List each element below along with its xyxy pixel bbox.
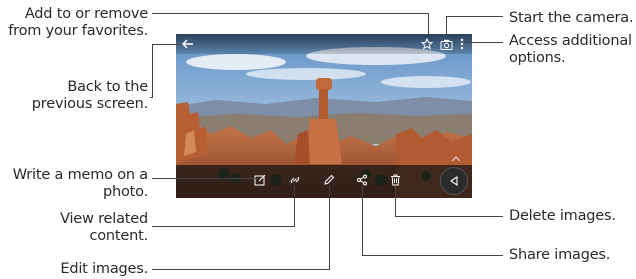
leader-related-v (294, 186, 295, 227)
gallery-screen (176, 34, 472, 198)
callout-memo: Write a memo on a photo. (12, 167, 148, 200)
leader-related-h (152, 226, 294, 227)
leader-share-h (362, 255, 503, 256)
leader-share-v (362, 186, 363, 256)
camera-icon[interactable] (438, 36, 454, 52)
chevron-up-icon[interactable] (450, 154, 462, 164)
memo-icon[interactable] (252, 172, 268, 188)
leader-options-h (465, 42, 503, 43)
star-icon[interactable] (419, 36, 435, 52)
leader-back-h (152, 44, 182, 45)
callout-favorites: Add to or remove from your favorites. (8, 6, 148, 39)
callout-back: Back to the previous screen. (31, 79, 148, 112)
nav-back-icon[interactable] (446, 173, 462, 189)
related-content-icon[interactable] (287, 172, 303, 188)
callout-camera: Start the camera. (509, 10, 634, 26)
leader-camera-v (446, 16, 447, 36)
leader-edit-v (329, 186, 330, 270)
callout-options: Access additional options. (509, 33, 632, 66)
callout-share: Share images. (509, 247, 611, 263)
leader-delete-h (395, 216, 503, 217)
leader-favorites-v (428, 13, 429, 36)
leader-favorites-h (152, 13, 429, 14)
leader-back-tick (150, 97, 153, 98)
callout-edit: Edit images. (60, 261, 148, 277)
leader-back-v (152, 44, 153, 98)
leader-delete-v (395, 186, 396, 217)
callout-delete: Delete images. (509, 208, 616, 224)
back-arrow-icon[interactable] (180, 36, 196, 52)
leader-camera-h (446, 16, 503, 17)
callout-related: View related content. (60, 211, 148, 244)
leader-edit-h (152, 269, 329, 270)
more-options-icon[interactable] (456, 36, 468, 52)
leader-memo-h (152, 178, 259, 179)
